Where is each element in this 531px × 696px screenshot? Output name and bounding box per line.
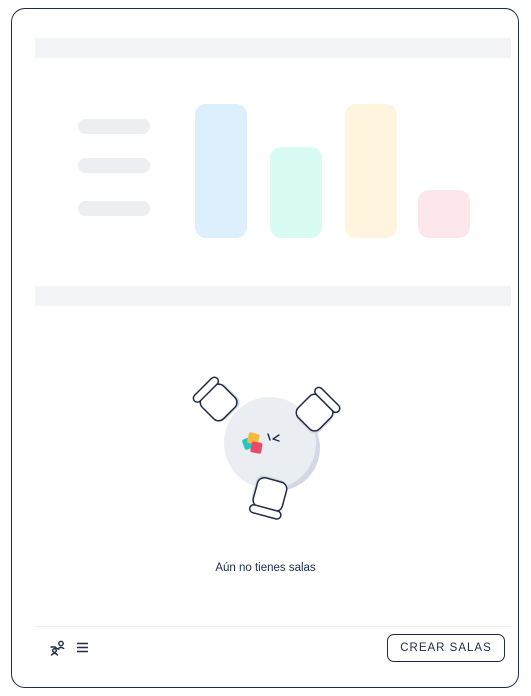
skeleton-column-pink (418, 190, 470, 238)
skeleton-header-bar (35, 38, 511, 58)
empty-state-message: Aún no tienes salas (215, 562, 316, 574)
rooms-card (11, 8, 519, 688)
skeleton-column-cream (345, 104, 397, 238)
skeleton-column-mint (270, 147, 322, 238)
create-rooms-button[interactable]: CREAR SALAS (387, 634, 505, 662)
menu-icon[interactable] (77, 642, 88, 653)
empty-rooms-illustration (192, 376, 341, 520)
skeleton-line-1 (78, 119, 150, 134)
footer-divider (35, 626, 511, 627)
people-icon[interactable] (50, 640, 66, 656)
skeleton-line-2 (78, 158, 150, 173)
skeleton-line-3 (78, 201, 150, 216)
skeleton-column-blue (195, 104, 247, 238)
skeleton-divider-bar (35, 286, 511, 306)
